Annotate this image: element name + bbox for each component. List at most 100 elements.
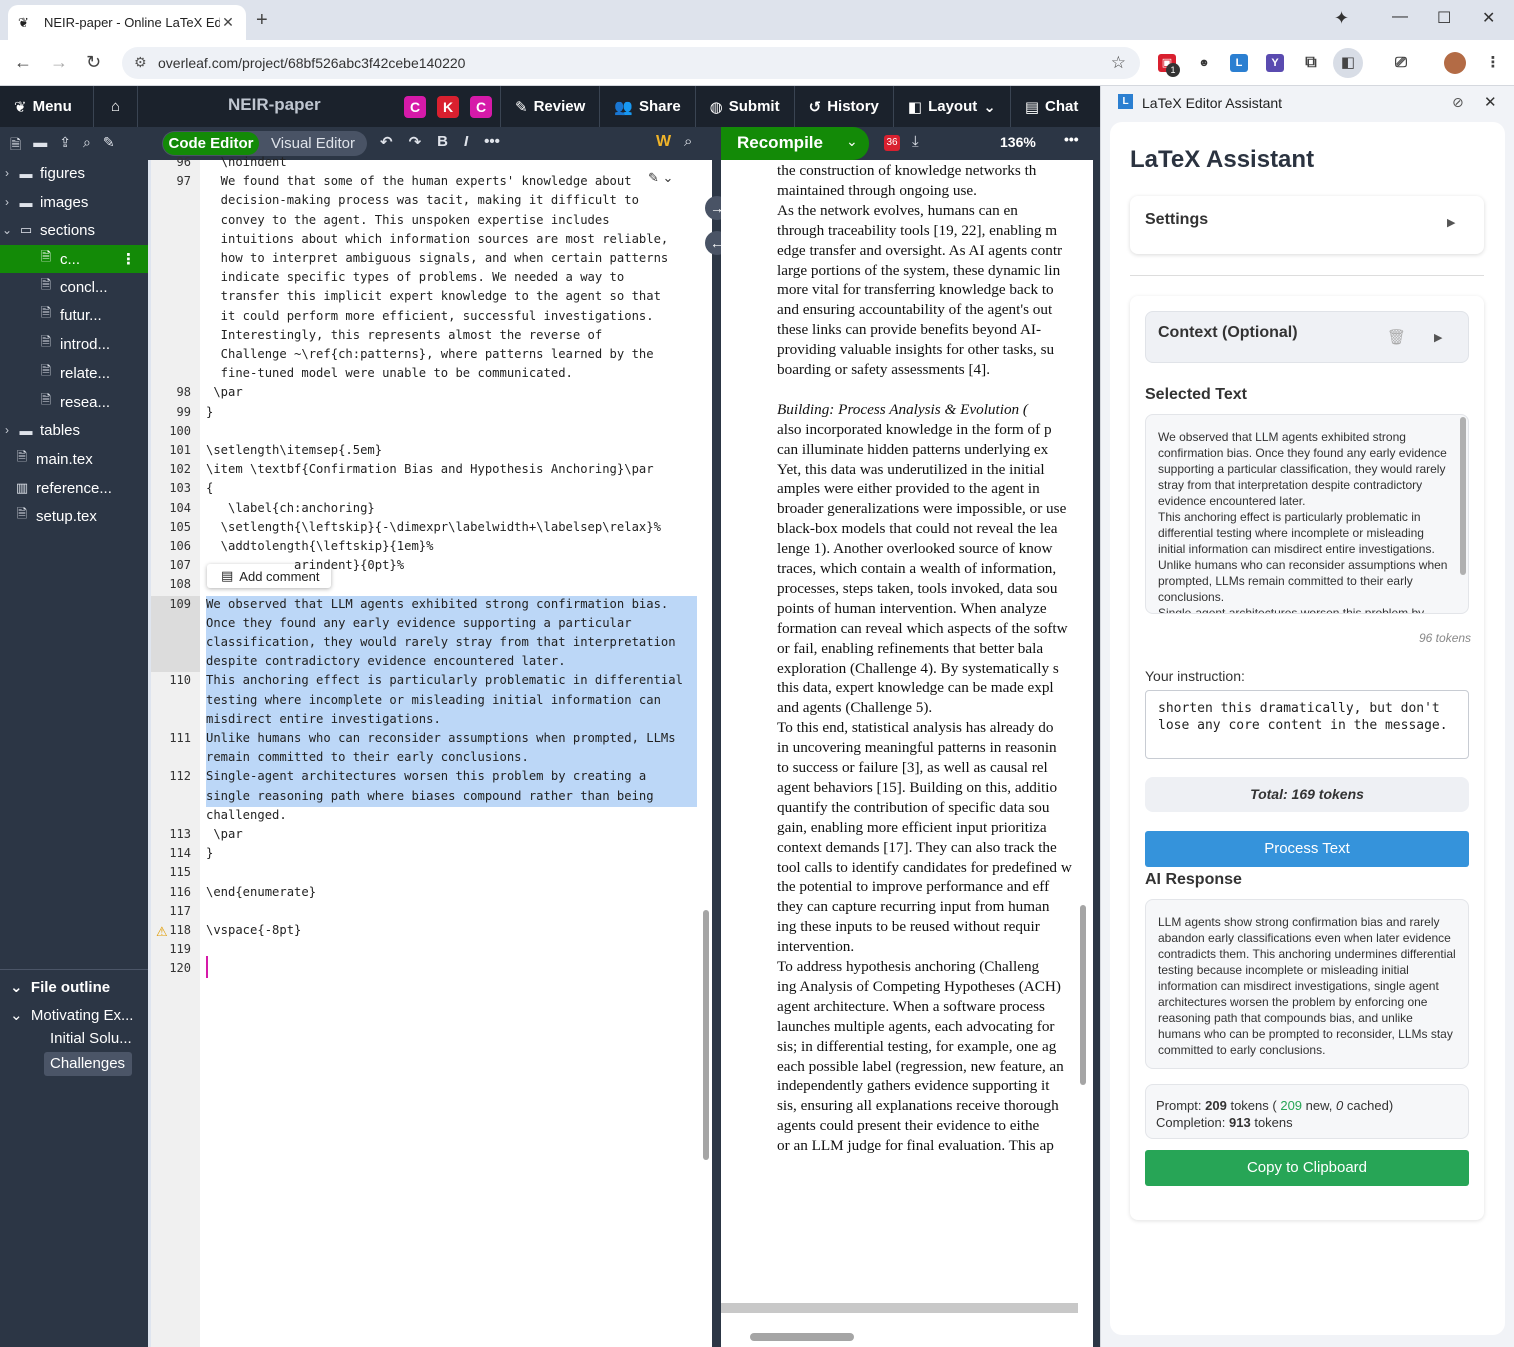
latex-extension-icon[interactable]: L — [1230, 54, 1248, 72]
keepass-extension-icon[interactable]: Y — [1266, 54, 1284, 72]
editor-scrollbar[interactable] — [703, 910, 709, 1160]
visual-editor-toggle[interactable]: Visual Editor — [260, 132, 366, 155]
file-setup[interactable]: 🗎 setup.tex — [0, 502, 148, 530]
chat-button[interactable]: ▤ Chat — [1011, 86, 1093, 127]
code-line[interactable]: transfer this implicit expert knowledge … — [206, 287, 661, 306]
file-menu-icon[interactable]: ⋮ — [121, 250, 136, 268]
code-line[interactable]: misdirect entire investigations. — [206, 710, 441, 729]
file-selected[interactable]: 🗎 c... ⋮ — [0, 245, 148, 273]
folder-figures[interactable]: › ▬ figures — [0, 159, 148, 187]
collaborator-avatar[interactable]: K — [437, 96, 459, 118]
review-button[interactable]: ✎ Review — [500, 86, 601, 127]
edit-pencil-icon[interactable]: ✎ ⌄ — [648, 170, 673, 186]
copy-to-clipboard-button[interactable]: Copy to Clipboard — [1145, 1150, 1469, 1186]
folder-tables[interactable]: › ▬ tables — [0, 416, 148, 444]
cast-icon[interactable]: ⎚ — [1392, 54, 1410, 72]
collaborator-avatar[interactable]: C — [404, 96, 426, 118]
extensions-puzzle-icon[interactable]: ⧉ — [1302, 54, 1320, 72]
file-research[interactable]: 🗎 resea... — [0, 388, 148, 416]
code-line[interactable]: intuitions about which information sourc… — [206, 230, 669, 249]
recompile-button[interactable]: Recompile — [737, 133, 823, 153]
outline-item[interactable]: Initial Solu... — [50, 1030, 132, 1047]
home-button[interactable]: ⌂ — [94, 86, 138, 127]
code-line[interactable]: \par — [206, 825, 242, 844]
code-line[interactable]: \par — [206, 383, 242, 402]
undo-icon[interactable]: ↶ — [380, 133, 393, 151]
code-line[interactable]: \addtolength{\leftskip}{1em}% — [206, 537, 434, 556]
code-line[interactable]: Challenge ~\ref{ch:patterns}, where patt… — [206, 345, 654, 364]
file-main[interactable]: 🗎 main.tex — [0, 445, 148, 473]
italic-icon[interactable]: I — [464, 133, 468, 151]
code-line[interactable]: This anchoring effect is particularly pr… — [206, 671, 683, 690]
collaborator-avatar[interactable]: C — [470, 96, 492, 118]
close-window-icon[interactable]: ✕ — [1482, 8, 1495, 28]
code-line[interactable]: \vspace{-8pt} — [206, 921, 301, 940]
error-count-badge[interactable]: 36 — [884, 135, 900, 151]
panel-splitter[interactable] — [712, 160, 721, 1347]
code-line[interactable]: arindent}{0pt}% — [206, 556, 404, 575]
reload-icon[interactable]: ↻ — [86, 52, 101, 73]
code-line[interactable]: { — [206, 479, 213, 498]
outline-header[interactable]: ⌄ File outline — [10, 978, 110, 996]
code-line[interactable]: } — [206, 403, 213, 422]
download-pdf-icon[interactable]: ⤓ — [912, 133, 919, 150]
layout-button[interactable]: ◧ Layout ⌄ — [894, 86, 1011, 127]
search-icon[interactable]: ⌕ — [83, 134, 91, 158]
browser-tab[interactable]: ❦ NEIR-paper - Online LaTeX Edit ✕ — [8, 5, 246, 40]
bold-icon[interactable]: B — [437, 133, 448, 151]
code-line[interactable]: challenged. — [206, 806, 287, 825]
pdf-scrollbar[interactable] — [1080, 905, 1086, 1085]
share-button[interactable]: 👥 Share — [600, 86, 696, 127]
code-line[interactable]: classification, they would rarely stray … — [206, 633, 676, 652]
gemini-icon[interactable]: ✦ — [1334, 8, 1354, 28]
minimize-icon[interactable]: — — [1392, 8, 1408, 26]
close-tab-icon[interactable]: ✕ — [220, 14, 236, 31]
new-tab-icon[interactable]: + — [256, 9, 268, 32]
side-panel-icon[interactable]: ◧ — [1333, 48, 1363, 78]
maximize-icon[interactable]: ☐ — [1437, 8, 1451, 28]
file-introduction[interactable]: 🗎 introd... — [0, 330, 148, 358]
selected-text-box[interactable]: We observed that LLM agents exhibited st… — [1145, 414, 1469, 614]
new-file-icon[interactable]: 🗎 — [10, 134, 21, 158]
file-references[interactable]: ▥ reference... — [0, 474, 148, 502]
outline-item[interactable]: ⌄ Motivating Ex... — [10, 1006, 133, 1024]
process-text-button[interactable]: Process Text — [1145, 831, 1469, 867]
file-future[interactable]: 🗎 futur... — [0, 301, 148, 329]
code-line[interactable]: Once they found any early evidence suppo… — [206, 614, 632, 633]
code-line[interactable]: convey to the agent. This unspoken exper… — [206, 211, 610, 230]
profile-avatar[interactable] — [1444, 52, 1466, 74]
robot-extension-icon[interactable]: ☻ — [1195, 54, 1213, 72]
code-line[interactable]: Unlike humans who can reconsider assumpt… — [206, 729, 676, 748]
code-line[interactable]: fine-tuned model were unable to be commu… — [206, 364, 573, 383]
redo-icon[interactable]: ↷ — [409, 133, 422, 151]
code-line[interactable]: \noindent — [206, 153, 287, 172]
bookmark-star-icon[interactable]: ☆ — [1111, 53, 1126, 73]
upload-icon[interactable]: ⇪ — [59, 134, 71, 158]
zoom-level[interactable]: 136% — [1000, 134, 1036, 150]
pdf-more-icon[interactable]: ••• — [1064, 131, 1079, 147]
file-related[interactable]: 🗎 relate... — [0, 359, 148, 387]
history-button[interactable]: ↺ History — [795, 86, 894, 127]
code-line[interactable]: Interestingly, this represents almost th… — [206, 326, 603, 345]
menu-button[interactable]: ❦ Menu — [0, 86, 94, 127]
code-line[interactable]: \setlength\itemsep{.5em} — [206, 441, 382, 460]
file-conclusion[interactable]: 🗎 concl... — [0, 273, 148, 301]
code-line[interactable]: despite contradictory evidence encounter… — [206, 652, 566, 671]
forward-icon[interactable]: → — [50, 52, 68, 73]
outline-item-selected[interactable]: Challenges — [44, 1052, 132, 1076]
submit-button[interactable]: ◍ Submit — [696, 86, 795, 127]
editor-search-icon[interactable]: ⌕ — [684, 133, 692, 150]
unpin-icon[interactable]: ⊘ — [1452, 94, 1464, 111]
new-folder-icon[interactable]: ▬ — [33, 134, 47, 158]
close-panel-icon[interactable]: ✕ — [1484, 93, 1497, 111]
code-line[interactable]: single reasoning path where biases compo… — [206, 787, 654, 806]
code-line[interactable]: it could perform more efficient, success… — [206, 307, 654, 326]
ai-response-box[interactable]: LLM agents show strong confirmation bias… — [1145, 899, 1469, 1069]
pdf-horizontal-scrollbar[interactable] — [750, 1333, 854, 1341]
writefull-icon[interactable]: W — [656, 133, 671, 151]
code-line[interactable]: We observed that LLM agents exhibited st… — [206, 595, 668, 614]
code-line[interactable]: how to interpret ambiguous signals, and … — [206, 249, 669, 268]
project-title[interactable]: NEIR-paper — [228, 95, 321, 115]
trash-icon[interactable]: 🗑 — [1387, 328, 1406, 346]
code-editor-toggle[interactable]: Code Editor — [163, 132, 259, 155]
